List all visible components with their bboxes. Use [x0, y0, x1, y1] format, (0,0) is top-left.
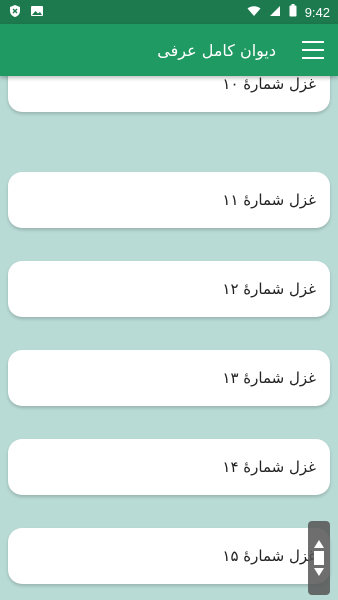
status-right-icons: 9:42: [247, 4, 330, 20]
list-item[interactable]: غزل شمارهٔ ۱۰: [8, 76, 330, 112]
hamburger-menu-icon[interactable]: [302, 41, 324, 59]
list-item-label: غزل شمارهٔ ۱۵: [222, 547, 316, 565]
battery-icon: [289, 4, 297, 20]
ghazal-list[interactable]: غزل شمارهٔ ۱۰ غزل شمارهٔ ۱۱ غزل شمارهٔ ۱…: [0, 76, 338, 600]
wifi-icon: [247, 5, 261, 20]
scrollbar-thumb[interactable]: [308, 521, 330, 595]
list-item[interactable]: غزل شمارهٔ ۱۱: [8, 172, 330, 228]
list-item-label: غزل شمارهٔ ۱۱: [222, 191, 316, 209]
shield-x-icon: [8, 4, 22, 21]
status-left-icons: [8, 4, 44, 21]
list-item-label: غزل شمارهٔ ۱۴: [222, 458, 316, 476]
list-item[interactable]: غزل شمارهٔ ۱۴: [8, 439, 330, 495]
list-item[interactable]: غزل شمارهٔ ۱۲: [8, 261, 330, 317]
scroll-grip-icon: [314, 540, 324, 576]
status-time: 9:42: [304, 4, 330, 20]
list-item[interactable]: غزل شمارهٔ ۱۳: [8, 350, 330, 406]
list-item[interactable]: غزل شمارهٔ ۱۵: [8, 528, 330, 584]
image-icon: [30, 4, 44, 21]
app-bar: دیوان کامل عرفی: [0, 24, 338, 76]
list-item-label: غزل شمارهٔ ۱۲: [222, 280, 316, 298]
app-title: دیوان کامل عرفی: [157, 40, 276, 60]
list-item-label: غزل شمارهٔ ۱۳: [222, 369, 316, 387]
cellular-icon: [269, 5, 281, 20]
list-item-label: غزل شمارهٔ ۱۰: [222, 76, 316, 93]
status-bar: 9:42: [0, 0, 338, 24]
